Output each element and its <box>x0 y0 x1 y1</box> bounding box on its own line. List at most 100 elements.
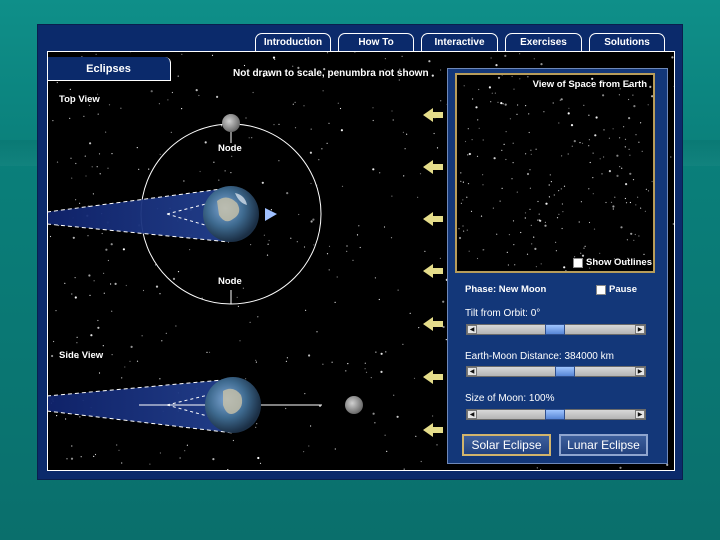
space-view-window: View of Space from Earth Show Outlines <box>455 73 655 273</box>
star <box>560 188 562 190</box>
star <box>625 183 628 186</box>
lunar-eclipse-button[interactable]: Lunar Eclipse <box>559 434 648 456</box>
star <box>548 196 550 198</box>
tilt-slider-thumb[interactable] <box>545 324 565 335</box>
star <box>619 137 621 139</box>
star <box>536 467 538 469</box>
tab-interactive[interactable]: Interactive <box>421 33 498 51</box>
moon-side <box>345 396 363 414</box>
star <box>475 106 478 109</box>
star <box>612 205 615 208</box>
distance-slider-right-arrow[interactable]: ▶ <box>635 367 645 376</box>
star <box>462 199 464 201</box>
star <box>501 149 503 151</box>
tab-how-to[interactable]: How To <box>338 33 414 51</box>
star <box>508 234 510 236</box>
star <box>672 223 674 225</box>
star <box>624 146 626 148</box>
tab-introduction[interactable]: Introduction <box>255 33 331 51</box>
pause-checkbox[interactable] <box>596 284 606 295</box>
star <box>503 143 505 145</box>
star <box>538 213 540 215</box>
star <box>565 270 567 271</box>
tilt-slider[interactable]: ◀ ▶ <box>466 324 646 335</box>
distance-slider[interactable]: ◀ ▶ <box>466 366 646 377</box>
tilt-slider-left-arrow[interactable]: ◀ <box>467 325 477 334</box>
star <box>458 236 462 240</box>
star <box>603 129 605 131</box>
star <box>550 181 552 183</box>
star <box>468 250 470 252</box>
star <box>538 219 540 221</box>
star <box>588 145 590 147</box>
star <box>530 224 532 226</box>
star <box>624 197 626 200</box>
star <box>588 139 590 141</box>
star <box>460 180 462 182</box>
tilt-slider-right-arrow[interactable]: ▶ <box>635 325 645 334</box>
star <box>531 243 533 245</box>
star <box>458 228 460 230</box>
star <box>555 250 557 252</box>
star <box>640 207 642 209</box>
star <box>514 264 516 266</box>
size-slider-right-arrow[interactable]: ▶ <box>635 410 645 419</box>
star <box>556 217 559 219</box>
size-slider-thumb[interactable] <box>545 409 565 420</box>
star <box>592 152 594 154</box>
star <box>581 142 584 144</box>
star <box>526 172 530 176</box>
star <box>638 235 640 237</box>
distance-slider-left-arrow[interactable]: ◀ <box>467 367 477 376</box>
star <box>628 117 631 120</box>
space-view-title: View of Space from Earth <box>532 79 647 90</box>
star <box>580 201 582 203</box>
star <box>624 138 627 140</box>
star <box>594 134 597 137</box>
star <box>460 202 462 204</box>
star <box>588 114 590 116</box>
distance-slider-thumb[interactable] <box>555 366 575 377</box>
star <box>666 463 669 466</box>
content-area: Eclipses Not drawn to scale, penumbra no… <box>47 51 675 471</box>
star <box>529 169 531 171</box>
light-arrow-icon <box>423 423 443 437</box>
star <box>616 174 619 177</box>
star <box>628 98 630 101</box>
star <box>571 145 573 147</box>
star <box>644 210 646 212</box>
tab-solutions[interactable]: Solutions <box>589 33 665 51</box>
star <box>578 221 580 223</box>
star <box>625 202 628 204</box>
light-arrow-icon <box>423 108 443 122</box>
star <box>618 94 620 96</box>
control-panel: View of Space from Earth Show Outlines P… <box>447 68 668 464</box>
star <box>633 239 635 241</box>
star <box>524 217 526 219</box>
star <box>544 224 547 227</box>
tab-exercises[interactable]: Exercises <box>505 33 582 51</box>
star <box>593 228 596 230</box>
size-slider-left-arrow[interactable]: ◀ <box>467 410 477 419</box>
pause-toggle[interactable]: Pause <box>596 284 637 295</box>
star <box>558 190 560 192</box>
star <box>529 187 531 189</box>
star <box>561 227 563 230</box>
star <box>630 232 633 235</box>
size-slider[interactable]: ◀ ▶ <box>466 409 646 420</box>
star <box>509 118 511 120</box>
star <box>595 116 598 119</box>
star <box>545 202 548 205</box>
star <box>649 85 652 88</box>
star <box>467 128 469 130</box>
solar-eclipse-button[interactable]: Solar Eclipse <box>462 434 551 456</box>
star <box>632 94 634 96</box>
star <box>592 177 594 179</box>
star <box>482 184 484 186</box>
star <box>614 196 616 198</box>
show-outlines-toggle[interactable]: Show Outlines <box>573 257 652 268</box>
star <box>464 140 467 143</box>
star <box>490 101 492 103</box>
show-outlines-checkbox[interactable] <box>573 257 583 268</box>
star <box>612 208 614 210</box>
